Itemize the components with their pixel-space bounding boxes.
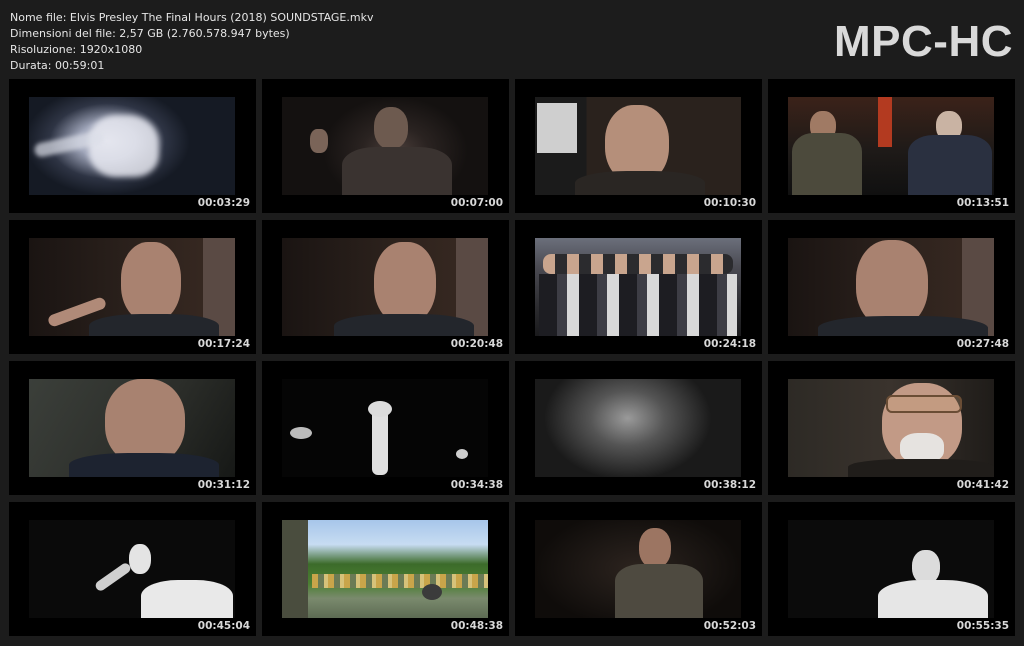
timestamp: 00:38:12 xyxy=(703,479,756,491)
thumbnail-10[interactable]: 00:34:38 xyxy=(262,361,509,495)
thumbnail-8[interactable]: 00:27:48 xyxy=(768,220,1015,354)
thumbnail-frame xyxy=(282,238,488,336)
thumbnail-16[interactable]: 00:55:35 xyxy=(768,502,1015,636)
file-info: Nome file: Elvis Presley The Final Hours… xyxy=(10,10,373,74)
timestamp: 00:48:38 xyxy=(450,620,503,632)
thumbnail-15[interactable]: 00:52:03 xyxy=(515,502,762,636)
timestamp: 00:17:24 xyxy=(197,338,250,350)
thumbnail-1[interactable]: 00:03:29 xyxy=(9,79,256,213)
timestamp: 00:24:18 xyxy=(703,338,756,350)
timestamp: 00:41:42 xyxy=(956,479,1009,491)
timestamp: 00:34:38 xyxy=(450,479,503,491)
thumbnail-13[interactable]: 00:45:04 xyxy=(9,502,256,636)
timestamp: 00:03:29 xyxy=(197,197,250,209)
timestamp: 00:45:04 xyxy=(197,620,250,632)
timestamp: 00:13:51 xyxy=(956,197,1009,209)
timestamp: 00:07:00 xyxy=(450,197,503,209)
thumbnail-frame xyxy=(282,379,488,477)
thumbnail-2[interactable]: 00:07:00 xyxy=(262,79,509,213)
thumbnail-frame xyxy=(29,97,235,195)
thumbnail-9[interactable]: 00:31:12 xyxy=(9,361,256,495)
thumbnail-sheet: Nome file: Elvis Presley The Final Hours… xyxy=(0,0,1024,646)
thumbnail-frame xyxy=(788,97,994,195)
thumbnail-frame xyxy=(29,379,235,477)
thumbnail-frame xyxy=(282,97,488,195)
thumbnail-frame xyxy=(29,520,235,618)
thumbnail-frame xyxy=(788,238,994,336)
thumbnail-4[interactable]: 00:13:51 xyxy=(768,79,1015,213)
thumbnail-frame xyxy=(788,520,994,618)
thumbnail-frame xyxy=(29,238,235,336)
thumbnail-14[interactable]: 00:48:38 xyxy=(262,502,509,636)
timestamp: 00:31:12 xyxy=(197,479,250,491)
thumbnail-frame xyxy=(535,379,741,477)
timestamp: 00:10:30 xyxy=(703,197,756,209)
thumbnail-frame xyxy=(535,238,741,336)
timestamp: 00:52:03 xyxy=(703,620,756,632)
duration: Durata: 00:59:01 xyxy=(10,59,105,72)
thumbnail-6[interactable]: 00:20:48 xyxy=(262,220,509,354)
timestamp: 00:27:48 xyxy=(956,338,1009,350)
thumbnail-frame xyxy=(282,520,488,618)
thumbnail-5[interactable]: 00:17:24 xyxy=(9,220,256,354)
timestamp: 00:55:35 xyxy=(956,620,1009,632)
thumbnail-12[interactable]: 00:41:42 xyxy=(768,361,1015,495)
timestamp: 00:20:48 xyxy=(450,338,503,350)
thumbnail-frame xyxy=(788,379,994,477)
thumbnail-11[interactable]: 00:38:12 xyxy=(515,361,762,495)
thumbnail-7[interactable]: 00:24:18 xyxy=(515,220,762,354)
file-size: Dimensioni del file: 2,57 GB (2.760.578.… xyxy=(10,27,290,40)
mpc-hc-logo: MPC-HC xyxy=(834,17,1013,66)
thumbnail-frame xyxy=(535,520,741,618)
thumbnail-frame xyxy=(535,97,741,195)
thumbnail-3[interactable]: 00:10:30 xyxy=(515,79,762,213)
file-name: Nome file: Elvis Presley The Final Hours… xyxy=(10,11,374,24)
thumbnail-grid: 00:03:29 00:07:00 00:10:30 00:13:51 00:1… xyxy=(9,79,1015,646)
resolution: Risoluzione: 1920x1080 xyxy=(10,43,143,56)
